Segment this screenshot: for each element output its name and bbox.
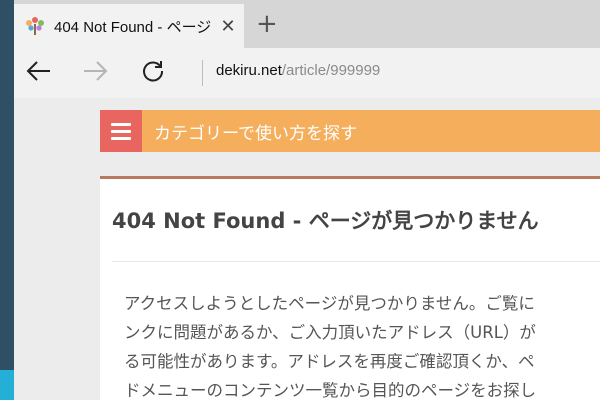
back-button[interactable] bbox=[22, 56, 56, 90]
page-title: 404 Not Found - ページが見つかりません bbox=[112, 209, 539, 233]
title-divider bbox=[112, 261, 600, 262]
browser-tab[interactable]: 404 Not Found - ページが見つかりませ ✕ bbox=[14, 4, 244, 48]
tab-strip: 404 Not Found - ページが見つかりませ ✕ + bbox=[14, 0, 600, 48]
body-line: アクセスしようとしたページが見つかりません。ご覧に bbox=[124, 294, 535, 313]
forward-button[interactable] bbox=[78, 56, 112, 90]
address-separator bbox=[202, 60, 203, 86]
hamburger-menu-icon[interactable] bbox=[100, 110, 142, 152]
body-line: ドメニューのコンテンツ一覧から目的のページをお探し bbox=[124, 381, 537, 400]
refresh-button[interactable] bbox=[136, 56, 170, 90]
article-card: 404 Not Found - ページが見つかりません アクセスしようとしたペー… bbox=[100, 176, 600, 400]
category-bar[interactable]: カテゴリーで使い方を探す bbox=[100, 110, 600, 152]
page-content: カテゴリーで使い方を探す 404 Not Found - ページが見つかりません… bbox=[14, 98, 600, 400]
tree-icon bbox=[24, 15, 46, 37]
refresh-icon bbox=[140, 58, 166, 88]
window-edge-accent bbox=[0, 370, 14, 400]
category-bar-label: カテゴリーで使い方を探す bbox=[154, 123, 357, 144]
close-icon[interactable]: ✕ bbox=[218, 16, 238, 37]
body-line: ンクに問題があるか、ご入力頂いたアドレス（URL）が bbox=[124, 323, 536, 342]
url-path: /article/999999 bbox=[281, 62, 381, 79]
window-edge bbox=[0, 0, 14, 400]
forward-arrow-icon bbox=[82, 60, 108, 86]
address-input[interactable]: dekiru.net/article/999999 bbox=[216, 62, 380, 79]
body-line: る可能性があります。アドレスを再度ご確認頂くか、ペ bbox=[124, 352, 535, 371]
back-arrow-icon bbox=[26, 60, 52, 86]
article-body: アクセスしようとしたページが見つかりません。ご覧に ンクに問題があるか、ご入力頂… bbox=[124, 289, 600, 400]
tab-title: 404 Not Found - ページが見つかりませ bbox=[54, 18, 212, 36]
address-bar-row: dekiru.net/article/999999 bbox=[14, 48, 600, 98]
url-host: dekiru.net bbox=[216, 62, 282, 79]
new-tab-button[interactable]: + bbox=[256, 10, 278, 38]
